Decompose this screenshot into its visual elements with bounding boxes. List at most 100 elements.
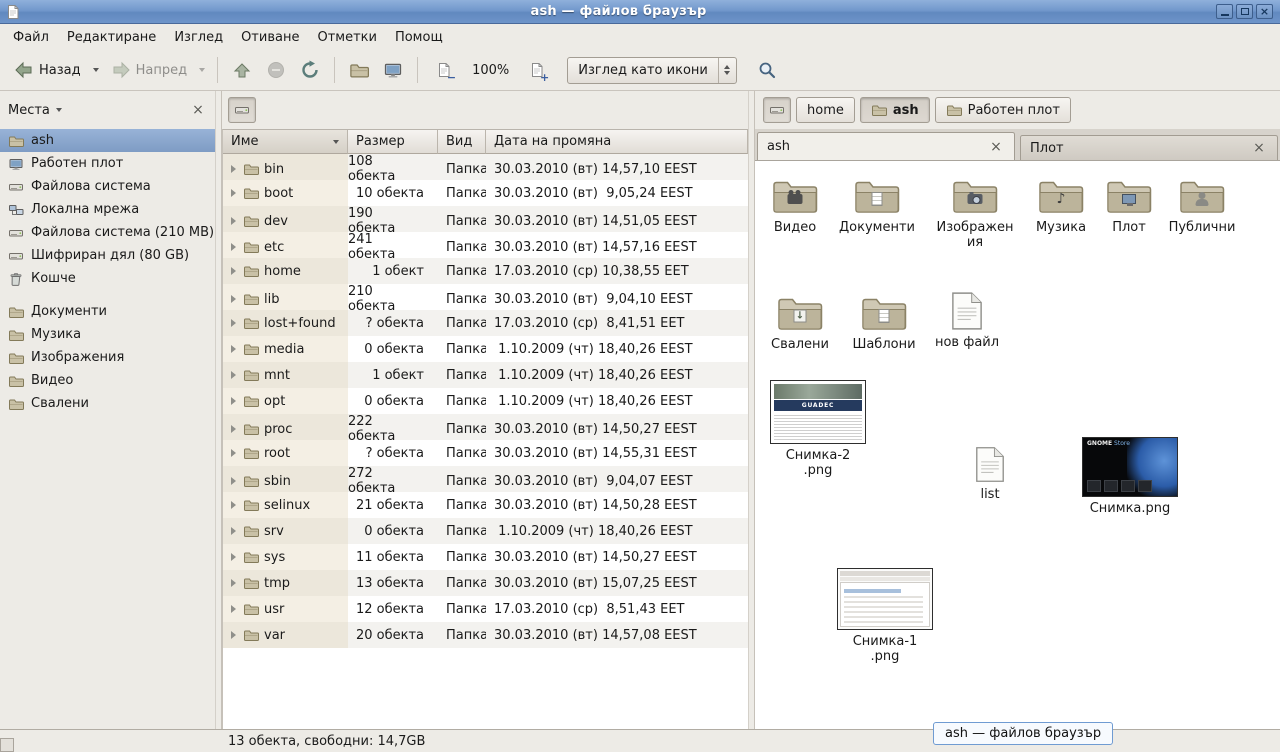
table-row[interactable]: lib 210 обекта Папка 30.03.2010 (вт) 9,0… bbox=[223, 284, 748, 310]
icon-video-folder[interactable]: Видео bbox=[755, 176, 835, 235]
menu-item[interactable]: Отметки bbox=[308, 24, 385, 50]
sidebar-close-button[interactable]: × bbox=[189, 101, 207, 119]
table-row[interactable]: dev 190 обекта Папка 30.03.2010 (вт) 14,… bbox=[223, 206, 748, 232]
expander-icon[interactable] bbox=[228, 319, 238, 327]
table-row[interactable]: var 20 обекта Папка 30.03.2010 (вт) 14,5… bbox=[223, 622, 748, 648]
table-row[interactable]: etc 241 обекта Папка 30.03.2010 (вт) 14,… bbox=[223, 232, 748, 258]
table-row[interactable]: tmp 13 обекта Папка 30.03.2010 (вт) 15,0… bbox=[223, 570, 748, 596]
menu-item[interactable]: Файл bbox=[4, 24, 58, 50]
sidebar-item-local-network[interactable]: Локална мрежа bbox=[0, 198, 215, 221]
expander-icon[interactable] bbox=[228, 217, 238, 225]
expander-icon[interactable] bbox=[228, 295, 238, 303]
sidebar-item-pictures[interactable]: Изображения bbox=[0, 346, 215, 369]
search-button[interactable] bbox=[751, 54, 783, 86]
expander-icon[interactable] bbox=[228, 477, 238, 485]
table-row[interactable]: srv 0 обекта Папка 1.10.2009 (чт) 18,40,… bbox=[223, 518, 748, 544]
table-row[interactable]: usr 12 обекта Папка 17.03.2010 (ср) 8,51… bbox=[223, 596, 748, 622]
titlebar[interactable]: ash — файлов браузър × bbox=[0, 0, 1280, 24]
sidebar-item-video[interactable]: Видео bbox=[0, 369, 215, 392]
table-row[interactable]: home 1 обект Папка 17.03.2010 (ср) 10,38… bbox=[223, 258, 748, 284]
table-row[interactable]: sbin 272 обекта Папка 30.03.2010 (вт) 9,… bbox=[223, 466, 748, 492]
root-location-button[interactable] bbox=[763, 97, 791, 123]
table-row[interactable]: mnt 1 обект Папка 1.10.2009 (чт) 18,40,2… bbox=[223, 362, 748, 388]
table-row[interactable]: root ? обекта Папка 30.03.2010 (вт) 14,5… bbox=[223, 440, 748, 466]
column-header-name[interactable]: Име bbox=[223, 130, 348, 154]
expander-icon[interactable] bbox=[228, 579, 238, 587]
up-button[interactable] bbox=[226, 54, 258, 86]
icon-templates-folder[interactable]: Шаблони bbox=[844, 293, 924, 352]
table-row[interactable]: sys 11 обекта Папка 30.03.2010 (вт) 14,5… bbox=[223, 544, 748, 570]
icon-downloads-folder[interactable]: ↓ Свалени bbox=[760, 293, 840, 352]
expander-icon[interactable] bbox=[228, 371, 238, 379]
menu-item[interactable]: Изглед bbox=[165, 24, 232, 50]
expander-icon[interactable] bbox=[228, 553, 238, 561]
expander-icon[interactable] bbox=[228, 243, 238, 251]
sidebar-item-filesystem-210mb[interactable]: Файлова система (210 MB) bbox=[0, 221, 215, 244]
sidebar-item-ash[interactable]: ash bbox=[0, 129, 215, 152]
expander-icon[interactable] bbox=[228, 527, 238, 535]
icon-documents-folder[interactable]: Документи bbox=[837, 176, 917, 235]
close-button[interactable]: × bbox=[1256, 4, 1273, 19]
home-button[interactable] bbox=[343, 54, 375, 86]
back-dropdown[interactable] bbox=[89, 54, 103, 86]
tab-ash[interactable]: ash × bbox=[757, 132, 1015, 160]
sidebar-item-encrypted-80gb[interactable]: Шифриран дял (80 GB) bbox=[0, 244, 215, 267]
column-header-date[interactable]: Дата на промяна bbox=[486, 130, 748, 154]
table-row[interactable]: selinux 21 обекта Папка 30.03.2010 (вт) … bbox=[223, 492, 748, 518]
icon-public-folder[interactable]: Публични bbox=[1162, 176, 1242, 235]
sidebar-item-trash[interactable]: Кошче bbox=[0, 267, 215, 290]
expander-icon[interactable] bbox=[228, 345, 238, 353]
expander-icon[interactable] bbox=[228, 631, 238, 639]
path-button-ash[interactable]: ash bbox=[860, 97, 930, 123]
icon-desktop-folder[interactable]: Плот bbox=[1089, 176, 1169, 235]
minimize-button[interactable] bbox=[1216, 4, 1233, 19]
table-row[interactable]: proc 222 обекта Папка 30.03.2010 (вт) 14… bbox=[223, 414, 748, 440]
zoom-in-button[interactable]: + bbox=[519, 54, 555, 86]
icon-snimka-png[interactable]: GNOME Store Снимка.png bbox=[1080, 437, 1180, 516]
expander-icon[interactable] bbox=[228, 605, 238, 613]
tab-close-icon[interactable]: × bbox=[987, 138, 1005, 156]
path-button-desktop[interactable]: Работен плот bbox=[935, 97, 1071, 123]
expander-icon[interactable] bbox=[228, 425, 238, 433]
root-location-button[interactable] bbox=[228, 97, 256, 123]
expander-icon[interactable] bbox=[228, 267, 238, 275]
sidebar-header[interactable]: Места × bbox=[0, 91, 215, 129]
sidebar-item-music[interactable]: Музика bbox=[0, 323, 215, 346]
table-row[interactable]: media 0 обекта Папка 1.10.2009 (чт) 18,4… bbox=[223, 336, 748, 362]
sidebar-item-downloads[interactable]: Свалени bbox=[0, 392, 215, 415]
sidebar-item-filesystem[interactable]: Файлова система bbox=[0, 175, 215, 198]
column-header-size[interactable]: Размер bbox=[348, 130, 438, 154]
table-row[interactable]: opt 0 обекта Папка 1.10.2009 (чт) 18,40,… bbox=[223, 388, 748, 414]
expander-icon[interactable] bbox=[228, 189, 238, 197]
icon-snimka-2-png[interactable]: GUADEC Снимка-2.png bbox=[768, 380, 868, 479]
zoom-out-button[interactable]: − bbox=[426, 54, 462, 86]
forward-button[interactable]: Напред bbox=[105, 54, 193, 86]
computer-button[interactable] bbox=[377, 54, 409, 86]
expander-icon[interactable] bbox=[228, 449, 238, 457]
column-header-type[interactable]: Вид bbox=[438, 130, 486, 154]
expander-icon[interactable] bbox=[228, 501, 238, 509]
table-row[interactable]: bin 108 обекта Папка 30.03.2010 (вт) 14,… bbox=[223, 154, 748, 180]
maximize-button[interactable] bbox=[1236, 4, 1253, 19]
pane-splitter[interactable] bbox=[748, 91, 755, 729]
icon-pictures-folder[interactable]: Изображения bbox=[935, 176, 1015, 251]
icon-snimka-1-png[interactable]: Снимка-1.png bbox=[835, 568, 935, 665]
table-row[interactable]: boot 10 обекта Папка 30.03.2010 (вт) 9,0… bbox=[223, 180, 748, 206]
expander-icon[interactable] bbox=[228, 165, 238, 173]
expander-icon[interactable] bbox=[228, 397, 238, 405]
pane-splitter[interactable] bbox=[215, 91, 222, 729]
tab-plot[interactable]: Плот × bbox=[1020, 135, 1278, 160]
reload-button[interactable] bbox=[294, 54, 326, 86]
icon-list-file[interactable]: list bbox=[950, 446, 1030, 502]
forward-dropdown[interactable] bbox=[195, 54, 209, 86]
stop-button[interactable] bbox=[260, 54, 292, 86]
sidebar-item-desktop[interactable]: Работен плот bbox=[0, 152, 215, 175]
menu-item[interactable]: Помощ bbox=[386, 24, 452, 50]
back-button[interactable]: Назад bbox=[8, 54, 87, 86]
icon-new-file[interactable]: нов файл bbox=[927, 291, 1007, 350]
menu-item[interactable]: Отиване bbox=[232, 24, 308, 50]
sidebar-item-documents[interactable]: Документи bbox=[0, 300, 215, 323]
table-row[interactable]: lost+found ? обекта Папка 17.03.2010 (ср… bbox=[223, 310, 748, 336]
tab-close-icon[interactable]: × bbox=[1250, 139, 1268, 157]
menu-item[interactable]: Редактиране bbox=[58, 24, 165, 50]
